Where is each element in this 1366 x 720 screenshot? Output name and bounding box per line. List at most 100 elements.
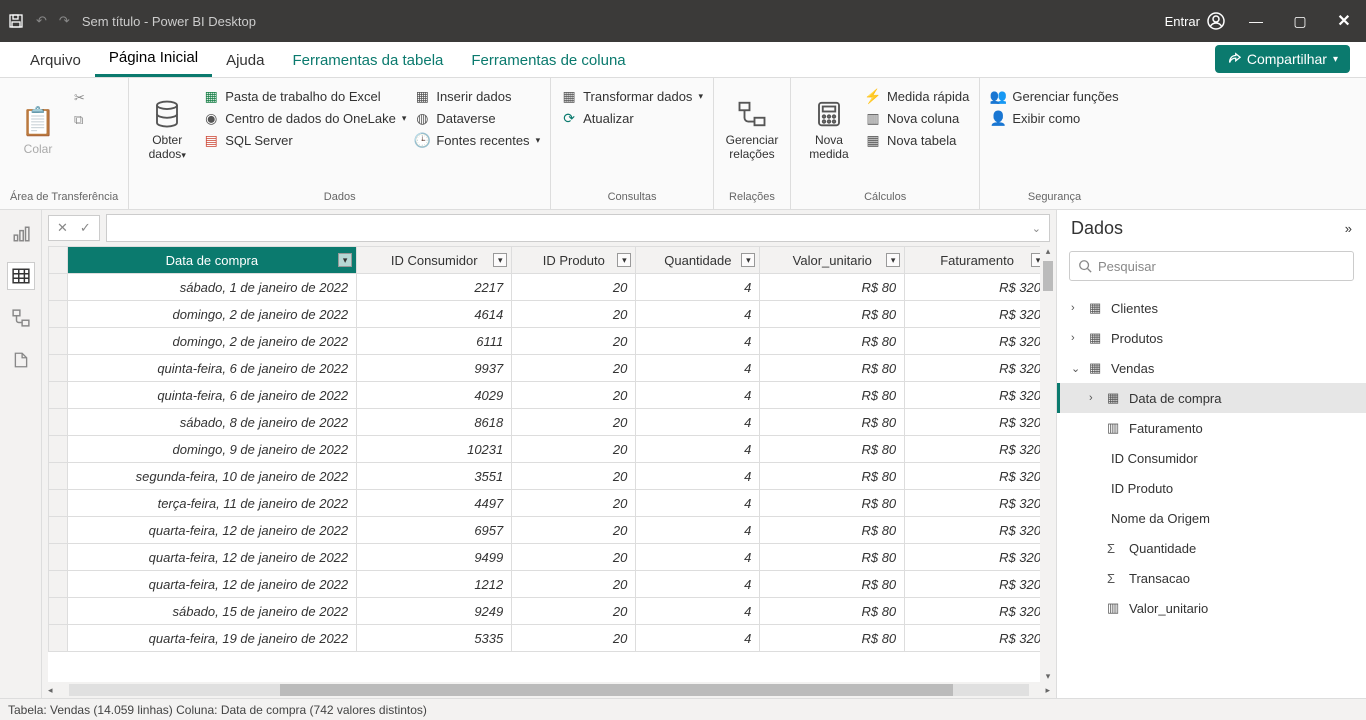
column-filter-icon[interactable]: ▾: [617, 253, 631, 267]
cell[interactable]: R$ 320: [905, 625, 1050, 652]
model-view-button[interactable]: [7, 304, 35, 332]
undo-icon[interactable]: ↶: [36, 13, 47, 29]
table-vendas[interactable]: ⌄▦Vendas: [1057, 353, 1366, 383]
cell[interactable]: 4: [636, 382, 760, 409]
cell[interactable]: R$ 80: [760, 598, 905, 625]
sql-button[interactable]: ▤SQL Server: [203, 132, 406, 148]
row-header[interactable]: [49, 301, 68, 328]
row-header[interactable]: [49, 355, 68, 382]
row-header[interactable]: [49, 436, 68, 463]
cell[interactable]: 5335: [357, 625, 512, 652]
column-filter-icon[interactable]: ▾: [741, 253, 755, 267]
cell[interactable]: R$ 80: [760, 517, 905, 544]
cell[interactable]: R$ 80: [760, 544, 905, 571]
cell[interactable]: 6957: [357, 517, 512, 544]
new-measure-button[interactable]: Nova medida: [801, 84, 857, 176]
new-table-button[interactable]: ▦Nova tabela: [865, 132, 969, 148]
row-header[interactable]: [49, 409, 68, 436]
cell[interactable]: 20: [512, 328, 636, 355]
column-header[interactable]: Quantidade▾: [636, 247, 760, 274]
cell[interactable]: domingo, 2 de janeiro de 2022: [67, 301, 357, 328]
cell[interactable]: R$ 320: [905, 409, 1050, 436]
cell[interactable]: 4: [636, 409, 760, 436]
cell[interactable]: 20: [512, 490, 636, 517]
cell[interactable]: R$ 320: [905, 544, 1050, 571]
save-icon[interactable]: [8, 13, 24, 29]
column-filter-icon[interactable]: ▾: [338, 253, 352, 267]
manage-roles-button[interactable]: 👥Gerenciar funções: [990, 88, 1118, 104]
close-button[interactable]: ✕: [1330, 11, 1358, 31]
excel-button[interactable]: ▦Pasta de trabalho do Excel: [203, 88, 406, 104]
dax-view-button[interactable]: [7, 346, 35, 374]
cell[interactable]: 10231: [357, 436, 512, 463]
row-header[interactable]: [49, 625, 68, 652]
maximize-button[interactable]: ▢: [1286, 13, 1314, 30]
minimize-button[interactable]: —: [1242, 13, 1270, 29]
field-id-produto[interactable]: ID Produto: [1057, 473, 1366, 503]
field-id-consumidor[interactable]: ID Consumidor: [1057, 443, 1366, 473]
cell[interactable]: quarta-feira, 12 de janeiro de 2022: [67, 517, 357, 544]
cell[interactable]: 4029: [357, 382, 512, 409]
cell[interactable]: quarta-feira, 12 de janeiro de 2022: [67, 571, 357, 598]
cell[interactable]: R$ 80: [760, 328, 905, 355]
cell[interactable]: sábado, 1 de janeiro de 2022: [67, 274, 357, 301]
row-header[interactable]: [49, 463, 68, 490]
cell[interactable]: 4: [636, 274, 760, 301]
collapse-pane-icon[interactable]: »: [1345, 221, 1352, 236]
row-header[interactable]: [49, 544, 68, 571]
cell[interactable]: sábado, 8 de janeiro de 2022: [67, 409, 357, 436]
cell[interactable]: R$ 80: [760, 625, 905, 652]
refresh-button[interactable]: ⟳Atualizar: [561, 110, 703, 126]
cell[interactable]: 4: [636, 355, 760, 382]
cell[interactable]: R$ 320: [905, 517, 1050, 544]
cell[interactable]: 20: [512, 625, 636, 652]
cancel-formula-icon[interactable]: ✕: [57, 220, 68, 236]
field-valor-unitario[interactable]: ▥Valor_unitario: [1057, 593, 1366, 623]
cell[interactable]: quarta-feira, 12 de janeiro de 2022: [67, 544, 357, 571]
horizontal-scrollbar[interactable]: ◂ ▸: [42, 682, 1056, 698]
new-column-button[interactable]: ▥Nova coluna: [865, 110, 969, 126]
tab-file[interactable]: Arquivo: [16, 44, 95, 77]
share-button[interactable]: Compartilhar▾: [1215, 45, 1350, 73]
row-header[interactable]: [49, 382, 68, 409]
cell[interactable]: domingo, 2 de janeiro de 2022: [67, 328, 357, 355]
manage-relationships-button[interactable]: Gerenciar relações: [724, 84, 780, 176]
enter-data-button[interactable]: ▦Inserir dados: [414, 88, 540, 104]
column-header[interactable]: Data de compra▾: [67, 247, 357, 274]
column-filter-icon[interactable]: ▾: [886, 253, 900, 267]
cell[interactable]: 3551: [357, 463, 512, 490]
cell[interactable]: 20: [512, 274, 636, 301]
redo-icon[interactable]: ↷: [59, 13, 70, 29]
column-header[interactable]: ID Consumidor▾: [357, 247, 512, 274]
cell[interactable]: 2217: [357, 274, 512, 301]
row-header[interactable]: [49, 490, 68, 517]
column-header[interactable]: ID Produto▾: [512, 247, 636, 274]
cell[interactable]: 9249: [357, 598, 512, 625]
cell[interactable]: 20: [512, 463, 636, 490]
commit-formula-icon[interactable]: ✓: [80, 220, 91, 236]
cell[interactable]: R$ 320: [905, 382, 1050, 409]
data-view-button[interactable]: [7, 262, 35, 290]
cell[interactable]: 4: [636, 490, 760, 517]
row-header[interactable]: [49, 274, 68, 301]
column-header[interactable]: Faturamento▾: [905, 247, 1050, 274]
cell[interactable]: 4: [636, 598, 760, 625]
cell[interactable]: R$ 320: [905, 598, 1050, 625]
field-data-de-compra[interactable]: ›▦Data de compra: [1057, 383, 1366, 413]
report-view-button[interactable]: [7, 220, 35, 248]
cell[interactable]: R$ 320: [905, 301, 1050, 328]
cell[interactable]: R$ 80: [760, 409, 905, 436]
cell[interactable]: 20: [512, 301, 636, 328]
cell[interactable]: 9499: [357, 544, 512, 571]
cell[interactable]: 4: [636, 301, 760, 328]
cell[interactable]: terça-feira, 11 de janeiro de 2022: [67, 490, 357, 517]
tab-help[interactable]: Ajuda: [212, 44, 278, 77]
cell[interactable]: 20: [512, 571, 636, 598]
row-header[interactable]: [49, 328, 68, 355]
tab-home[interactable]: Página Inicial: [95, 41, 212, 77]
cell[interactable]: 20: [512, 544, 636, 571]
column-header[interactable]: Valor_unitario▾: [760, 247, 905, 274]
cell[interactable]: 4: [636, 436, 760, 463]
recent-sources-button[interactable]: 🕒Fontes recentes ▾: [414, 132, 540, 148]
cell[interactable]: R$ 80: [760, 436, 905, 463]
